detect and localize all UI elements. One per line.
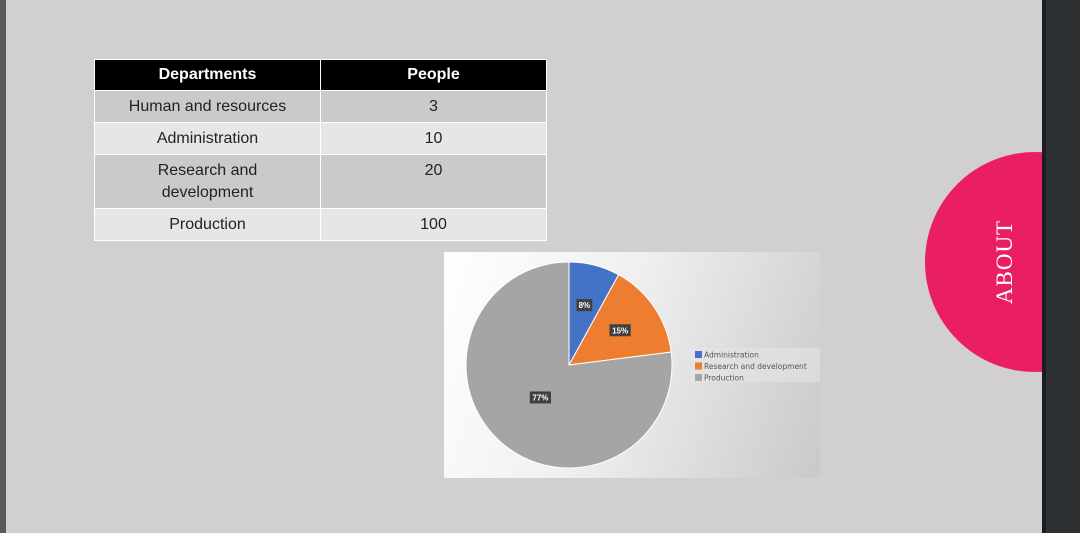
svg-text:15%: 15%: [612, 326, 628, 335]
table-row: Research and development 20: [94, 154, 547, 209]
pie-chart: 8% 15% 77% Administration Research and devel…: [444, 252, 820, 478]
table-row: Administration 10: [94, 122, 547, 155]
header-people: People: [320, 59, 547, 91]
legend-label: Administration: [704, 351, 759, 360]
table-row: Production 100: [94, 208, 547, 241]
cell-people: 3: [320, 90, 547, 123]
cell-department: Administration: [94, 122, 321, 155]
legend-swatch: [695, 351, 702, 358]
cell-department: Research and development: [94, 154, 321, 209]
pie-data-label: 8%: [576, 299, 593, 312]
departments-table: Departments People Human and resources 3…: [94, 59, 547, 241]
legend-swatch: [695, 374, 702, 381]
pie-data-label: 77%: [529, 391, 551, 404]
legend-label: Research and development: [704, 362, 807, 371]
window-right-edge: [1042, 0, 1080, 533]
svg-text:8%: 8%: [579, 301, 591, 310]
header-departments: Departments: [94, 59, 321, 91]
cell-people: 100: [320, 208, 547, 241]
about-badge[interactable]: [925, 152, 1042, 372]
chart-legend: Administration Research and development Pr…: [691, 348, 820, 383]
legend-item: Administration: [695, 351, 759, 360]
svg-text:77%: 77%: [532, 393, 548, 402]
about-label[interactable]: ABOUT: [992, 220, 1018, 304]
legend-item: Research and development: [695, 362, 807, 371]
cell-department: Production: [94, 208, 321, 241]
about-badge-circle: [925, 152, 1042, 372]
cell-people: 10: [320, 122, 547, 155]
table-row: Human and resources 3: [94, 90, 547, 123]
legend-swatch: [695, 362, 702, 370]
pie-data-label: 15%: [609, 324, 631, 337]
cell-people: 20: [320, 154, 547, 209]
legend-label: Production: [704, 374, 744, 383]
pie-chart-svg: 8% 15% 77% Administration Research and devel…: [465, 261, 820, 469]
cell-department: Human and resources: [94, 90, 321, 123]
table-header-row: Departments People: [94, 59, 547, 91]
